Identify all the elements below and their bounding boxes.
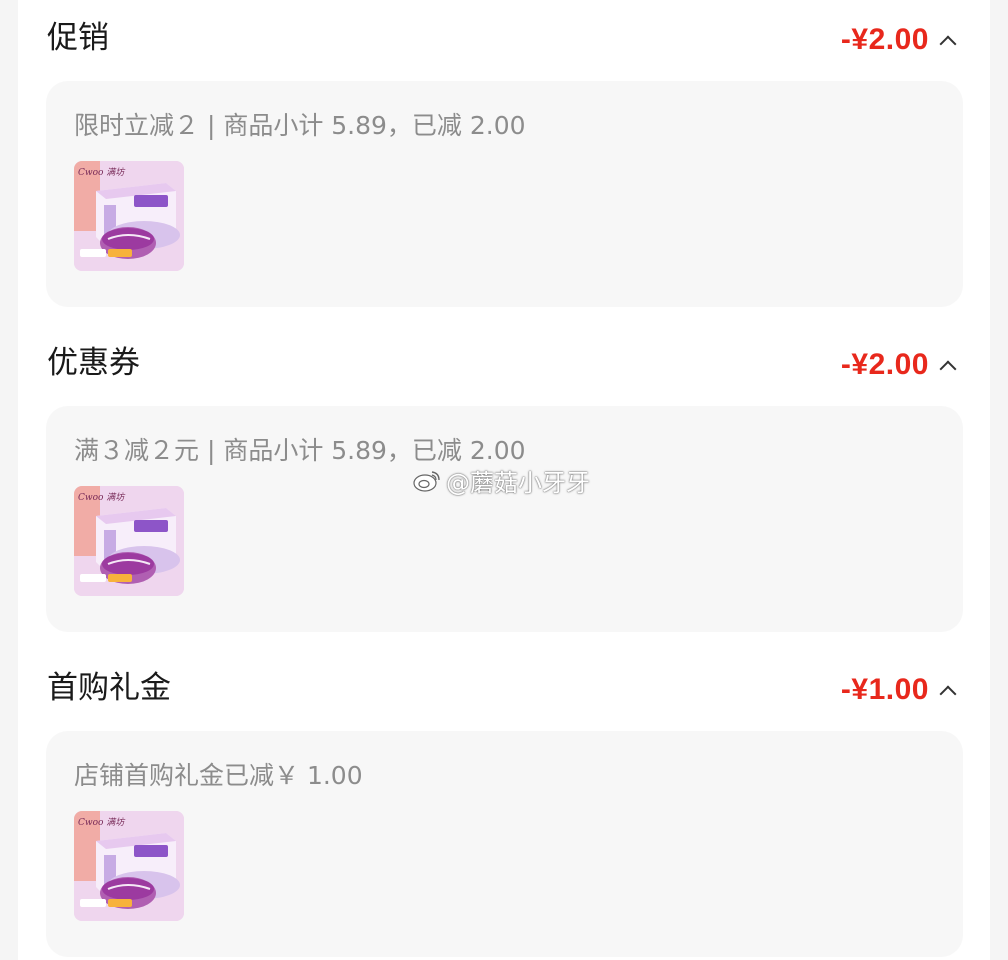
svg-text:Cwoo 满坊: Cwoo 满坊 [78, 817, 126, 828]
product-thumbnail[interactable]: Cwoo 满坊 [74, 486, 184, 596]
discount-detail-card: 满３减２元 | 商品小计 5.89，已减 2.00 Cwoo 满坊 [46, 406, 963, 632]
chevron-up-icon[interactable] [939, 35, 957, 53]
discount-description: 店铺首购礼金已减￥ 1.00 [74, 761, 363, 790]
svg-text:Cwoo 满坊: Cwoo 满坊 [78, 167, 126, 178]
product-thumbnail[interactable]: Cwoo 满坊 [74, 811, 184, 921]
weibo-watermark: @蘑菇小牙牙 [412, 463, 590, 498]
chevron-up-icon[interactable] [939, 685, 957, 703]
watermark-text: @蘑菇小牙牙 [446, 469, 590, 497]
discount-amount: -¥2.00 [840, 348, 929, 381]
section-amount-toggle[interactable]: -¥1.00 [840, 670, 957, 710]
discount-description: 限时立减２ | 商品小计 5.89，已减 2.00 [74, 111, 526, 140]
section-amount-toggle[interactable]: -¥2.00 [840, 345, 957, 385]
discount-amount: -¥1.00 [840, 673, 929, 706]
discount-amount: -¥2.00 [840, 23, 929, 56]
discount-detail-card: 店铺首购礼金已减￥ 1.00 Cwoo 满坊 [46, 731, 963, 957]
discount-detail-card: 限时立减２ | 商品小计 5.89，已减 2.00 Cwoo 满坊 [46, 81, 963, 307]
purple-pastry-box-image: Cwoo 满坊 [74, 161, 184, 271]
purple-pastry-box-image: Cwoo 满坊 [74, 486, 184, 596]
weibo-logo-icon [413, 470, 440, 492]
purple-pastry-box-image: Cwoo 满坊 [74, 811, 184, 921]
section-title: 促销 [47, 20, 109, 56]
product-thumbnail[interactable]: Cwoo 满坊 [74, 161, 184, 271]
section-title: 首购礼金 [47, 670, 171, 706]
section-title: 优惠券 [47, 345, 140, 381]
section-amount-toggle[interactable]: -¥2.00 [840, 20, 957, 60]
svg-text:Cwoo 满坊: Cwoo 满坊 [78, 492, 126, 503]
chevron-up-icon[interactable] [939, 360, 957, 378]
